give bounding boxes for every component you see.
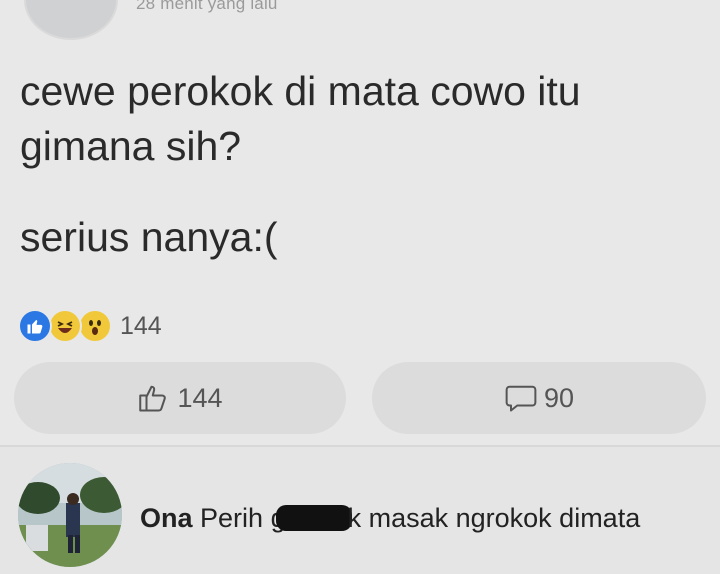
comment-button[interactable]: 90: [372, 362, 706, 434]
wow-icon: [78, 309, 112, 343]
comment-author[interactable]: Ona: [140, 503, 193, 533]
poster-avatar[interactable]: [24, 0, 118, 40]
comment-text-part2: k masak ngrokok dimata: [347, 503, 641, 533]
commenter-avatar[interactable]: [18, 463, 122, 567]
haha-icon: [48, 309, 82, 343]
post-text: cewe perokok di mata cowo itu gimana sih…: [20, 64, 680, 265]
like-button[interactable]: 144: [14, 362, 346, 434]
post-timestamp: 28 menit yang lalu: [136, 0, 278, 13]
comment-bubble-icon: [505, 385, 537, 412]
post-text-line2: serius nanya:(: [20, 214, 278, 260]
reaction-summary[interactable]: 144: [18, 308, 162, 344]
comment-text: Ona Perih g k masak ngrokok dimata: [140, 503, 640, 534]
post-card: 28 menit yang lalu cewe perokok di mata …: [0, 0, 720, 445]
comment-count: 90: [543, 382, 575, 413]
like-count: 144: [177, 382, 223, 413]
comment-item: Ona Perih g k masak ngrokok dimata: [0, 447, 720, 574]
comment-text-part1: Perih g: [200, 503, 286, 533]
reaction-count: 144: [120, 311, 162, 340]
like-icon: [18, 309, 52, 343]
thumbs-up-icon: [139, 385, 167, 412]
redaction-mark: [275, 505, 352, 531]
post-text-line1: cewe perokok di mata cowo itu gimana sih…: [20, 68, 581, 169]
